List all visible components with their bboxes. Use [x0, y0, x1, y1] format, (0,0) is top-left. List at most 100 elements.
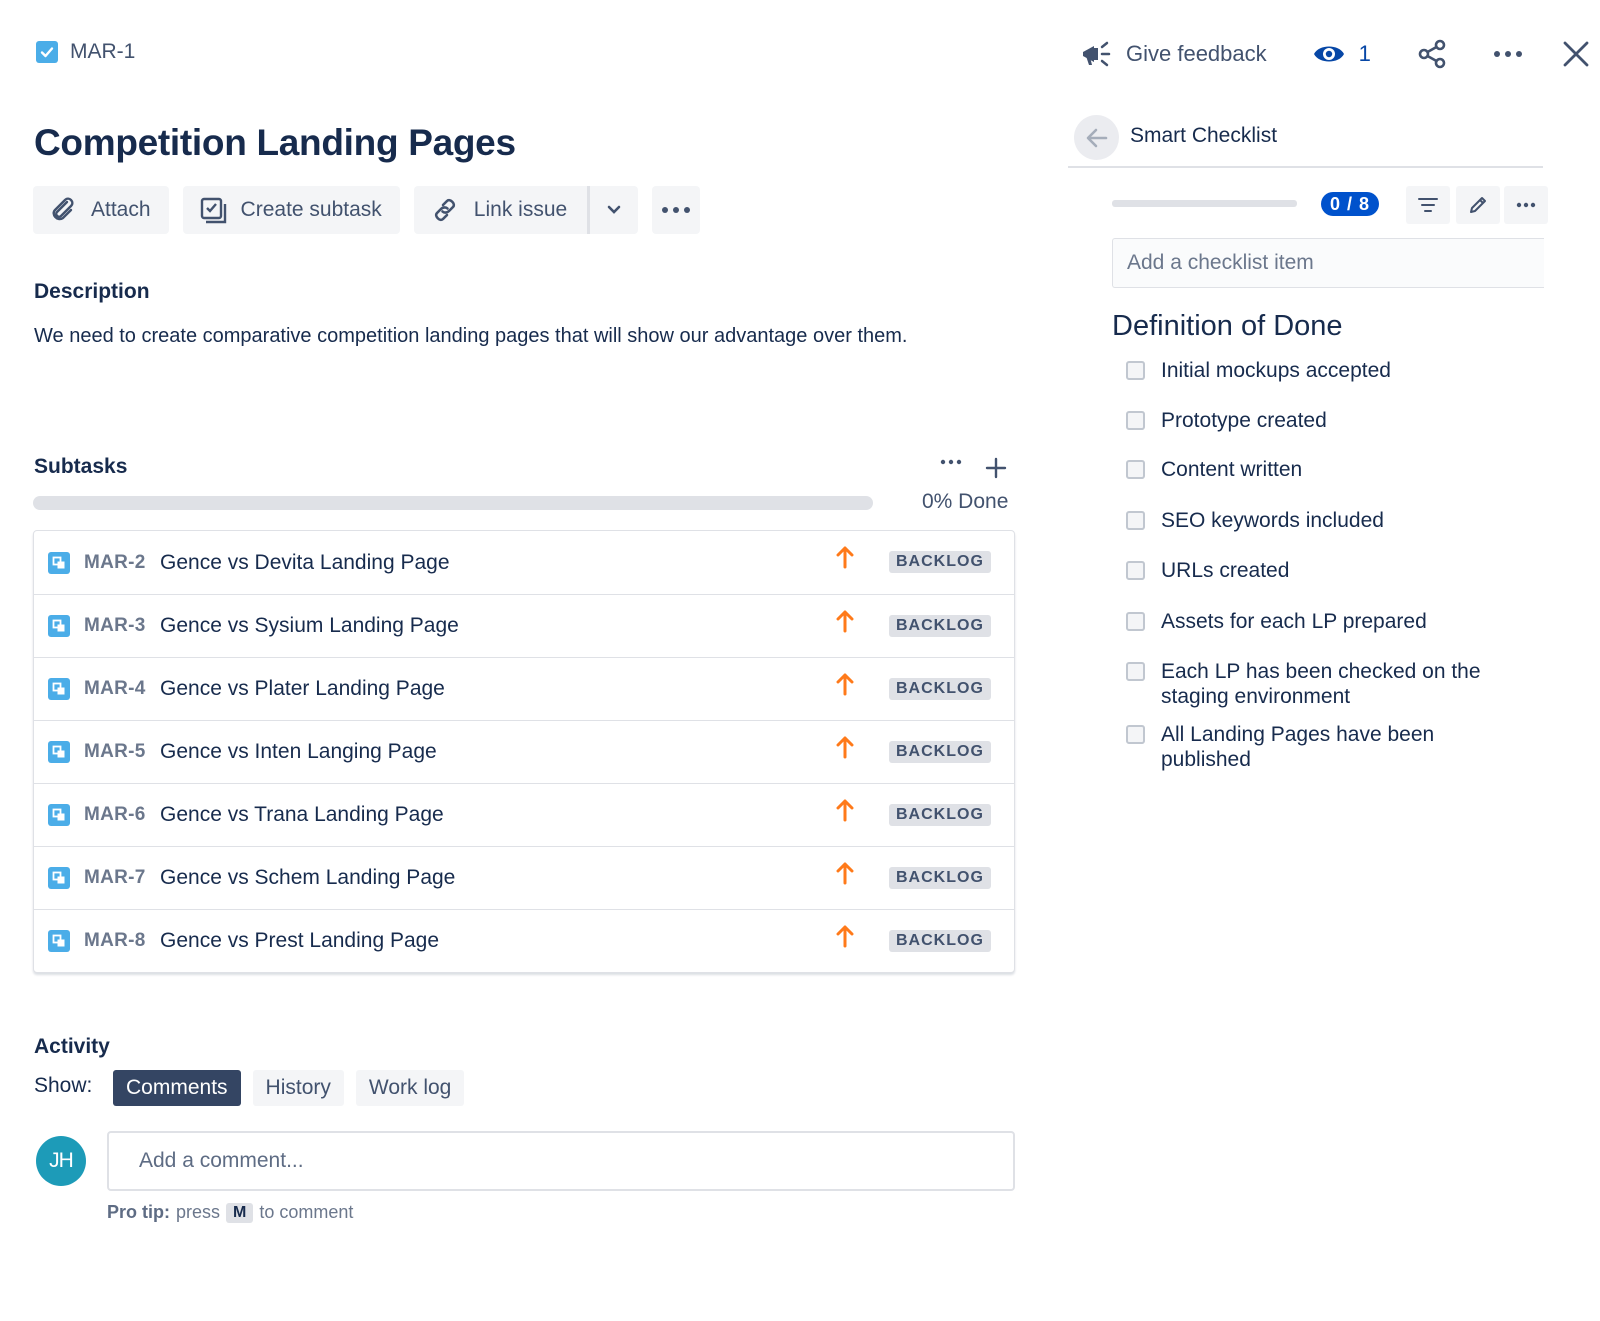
checklist-edit-button[interactable] — [1456, 186, 1500, 224]
checklist-item: Assets for each LP prepared — [1126, 609, 1526, 634]
subtask-key[interactable]: MAR-5 — [84, 741, 146, 763]
checklist-item: All Landing Pages have been published — [1126, 722, 1526, 772]
tab-comments[interactable]: Comments — [113, 1070, 241, 1106]
more-icon[interactable] — [1493, 50, 1523, 58]
subtask-name[interactable]: Gence vs Trana Landing Page — [160, 803, 444, 827]
status-badge[interactable]: BACKLOG — [889, 804, 991, 826]
checklist-item-text[interactable]: URLs created — [1161, 558, 1289, 583]
toolbar-more-button[interactable] — [652, 186, 701, 234]
subtask-name[interactable]: Gence vs Prest Landing Page — [160, 929, 439, 953]
pencil-icon — [1468, 195, 1488, 215]
subtask-icon — [48, 804, 70, 826]
status-badge[interactable]: BACKLOG — [889, 930, 991, 952]
status-badge[interactable]: BACKLOG — [889, 867, 991, 889]
close-icon[interactable] — [1563, 41, 1589, 67]
checklist-back-button[interactable] — [1074, 115, 1119, 160]
tab-history[interactable]: History — [252, 1070, 344, 1106]
give-feedback-button[interactable]: Give feedback — [1080, 39, 1267, 69]
more-icon — [661, 206, 691, 214]
link-icon — [430, 196, 460, 224]
issue-title[interactable]: Competition Landing Pages — [34, 122, 516, 164]
issue-toolbar: Attach Create subtask Link issue — [33, 186, 701, 234]
checklist-checkbox[interactable] — [1126, 725, 1145, 744]
eye-icon — [1313, 42, 1345, 66]
checklist-item-text[interactable]: Assets for each LP prepared — [1161, 609, 1427, 634]
checklist-filter-button[interactable] — [1406, 186, 1450, 224]
checklist-item-text[interactable]: Each LP has been checked on the staging … — [1161, 659, 1526, 709]
checklist-checkbox[interactable] — [1126, 361, 1145, 380]
checklist-item-text[interactable]: Prototype created — [1161, 408, 1327, 433]
status-badge[interactable]: BACKLOG — [889, 678, 991, 700]
subtasks-more-icon[interactable] — [940, 458, 962, 466]
subtask-key[interactable]: MAR-3 — [84, 615, 146, 637]
link-issue-label: Link issue — [473, 198, 568, 221]
checklist-checkbox[interactable] — [1126, 662, 1145, 681]
megaphone-icon — [1080, 39, 1112, 69]
attach-button[interactable]: Attach — [33, 186, 169, 234]
link-issue-dropdown[interactable] — [590, 186, 638, 234]
subtask-key[interactable]: MAR-2 — [84, 552, 146, 574]
checklist-checkbox[interactable] — [1126, 411, 1145, 430]
checklist-item-text[interactable]: All Landing Pages have been published — [1161, 722, 1526, 772]
subtask-name[interactable]: Gence vs Schem Landing Page — [160, 866, 455, 890]
subtask-name[interactable]: Gence vs Devita Landing Page — [160, 551, 450, 575]
share-icon[interactable] — [1417, 39, 1447, 69]
chevron-down-icon — [606, 205, 622, 215]
subtask-row[interactable]: MAR-3 Gence vs Sysium Landing Page BACKL… — [34, 594, 1014, 657]
subtask-row[interactable]: MAR-5 Gence vs Inten Langing Page BACKLO… — [34, 720, 1014, 783]
checklist-more-button[interactable] — [1504, 186, 1548, 224]
activity-tabs: Comments History Work log — [113, 1070, 465, 1106]
pro-tip-suffix: to comment — [259, 1202, 354, 1222]
subtask-key[interactable]: MAR-8 — [84, 930, 146, 952]
checklist-title: Smart Checklist — [1130, 124, 1278, 147]
comment-input[interactable]: Add a comment... — [107, 1131, 1015, 1191]
subtask-name[interactable]: Gence vs Sysium Landing Page — [160, 614, 459, 638]
add-checklist-item-input[interactable]: Add a checklist item — [1112, 238, 1544, 288]
checklist-count-badge: 0 / 8 — [1321, 192, 1380, 216]
subtask-row[interactable]: MAR-2 Gence vs Devita Landing Page BACKL… — [34, 531, 1014, 594]
subtask-icon — [48, 741, 70, 763]
checklist-item-text[interactable]: Initial mockups accepted — [1161, 358, 1391, 383]
checklist-checkbox[interactable] — [1126, 460, 1145, 479]
arrow-up-icon — [836, 735, 854, 759]
issue-key-breadcrumb[interactable]: MAR-1 — [36, 40, 135, 64]
pro-tip-label: Pro tip: — [107, 1202, 170, 1222]
filter-icon — [1418, 197, 1438, 213]
subtask-icon — [199, 196, 227, 224]
subtask-key[interactable]: MAR-4 — [84, 678, 146, 700]
checklist-item-text[interactable]: Content written — [1161, 457, 1302, 482]
description-text[interactable]: We need to create comparative competitio… — [34, 318, 994, 355]
attach-label: Attach — [91, 198, 151, 221]
subtasks-done-label: 0% Done — [922, 490, 1009, 513]
subtask-row[interactable]: MAR-6 Gence vs Trana Landing Page BACKLO… — [34, 783, 1014, 846]
subtask-name[interactable]: Gence vs Inten Langing Page — [160, 740, 437, 764]
checklist-checkbox[interactable] — [1126, 612, 1145, 631]
avatar[interactable]: JH — [36, 1136, 86, 1186]
subtask-row[interactable]: MAR-7 Gence vs Schem Landing Page BACKLO… — [34, 846, 1014, 909]
checklist-checkbox[interactable] — [1126, 511, 1145, 530]
subtask-icon — [48, 678, 70, 700]
subtask-key[interactable]: MAR-7 — [84, 867, 146, 889]
status-badge[interactable]: BACKLOG — [889, 551, 991, 573]
checklist-checkbox[interactable] — [1126, 561, 1145, 580]
add-subtask-icon[interactable] — [984, 456, 1008, 480]
description-heading: Description — [34, 280, 150, 303]
create-subtask-button[interactable]: Create subtask — [182, 186, 400, 234]
keyboard-shortcut-key: M — [226, 1202, 254, 1223]
tab-work-log[interactable]: Work log — [355, 1070, 465, 1106]
link-issue-group: Link issue — [413, 186, 639, 234]
checklist-progress-bar — [1112, 200, 1297, 207]
subtask-key[interactable]: MAR-6 — [84, 804, 146, 826]
show-label: Show: — [34, 1074, 93, 1097]
watch-button[interactable]: 1 — [1313, 41, 1371, 67]
checklist-item-text[interactable]: SEO keywords included — [1161, 508, 1384, 533]
status-badge[interactable]: BACKLOG — [889, 615, 991, 637]
subtask-row[interactable]: MAR-8 Gence vs Prest Landing Page BACKLO… — [34, 909, 1014, 972]
subtask-row[interactable]: MAR-4 Gence vs Plater Landing Page BACKL… — [34, 657, 1014, 720]
link-issue-button[interactable]: Link issue — [414, 186, 591, 234]
subtask-list: MAR-2 Gence vs Devita Landing Page BACKL… — [33, 530, 1015, 973]
watchers-count: 1 — [1358, 41, 1371, 66]
subtask-name[interactable]: Gence vs Plater Landing Page — [160, 677, 445, 701]
status-badge[interactable]: BACKLOG — [889, 741, 991, 763]
arrow-up-icon — [836, 609, 854, 633]
